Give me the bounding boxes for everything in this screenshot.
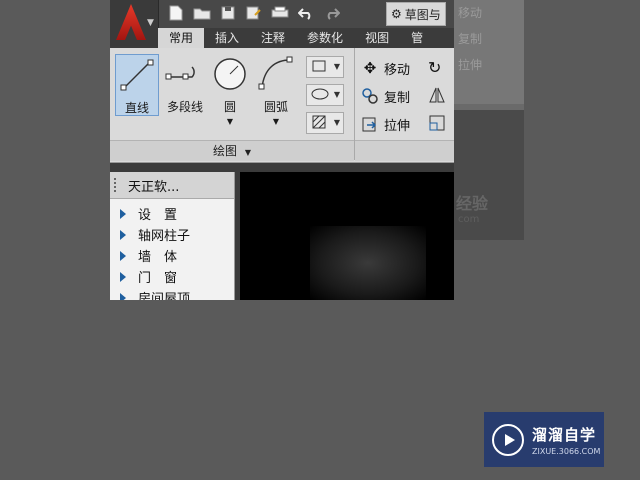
autocad-logo-icon — [116, 4, 146, 40]
chevron-down-icon: ▼ — [333, 118, 340, 127]
palette-item-axis[interactable]: 轴网柱子 — [110, 224, 234, 245]
tool-label: 拉伸 — [384, 118, 411, 134]
chevron-down-icon[interactable]: ▼ — [210, 117, 250, 126]
ghost-label: 复制 — [458, 32, 483, 46]
chevron-down-icon: ▼ — [333, 62, 340, 71]
palette-item-label: 设 置 — [138, 208, 178, 223]
stretch-tool-button[interactable]: 拉伸 — [360, 114, 410, 134]
tool-label: 圆弧 — [263, 100, 288, 114]
workspace-label: 草图与 — [404, 7, 441, 22]
tab-manage[interactable]: 管 — [400, 28, 434, 48]
palette-title: 天正软... — [128, 179, 180, 195]
palette-item-label: 轴网柱子 — [138, 229, 191, 244]
badge-name: 溜溜自学 — [532, 425, 597, 444]
arc-icon — [256, 54, 296, 94]
triangle-right-icon — [120, 208, 126, 219]
ellipse-tool-button[interactable]: ▼ — [306, 84, 344, 106]
scale-icon[interactable] — [428, 114, 446, 136]
polyline-icon — [165, 54, 205, 94]
grip-handle-icon[interactable] — [114, 178, 120, 192]
ghost-watermark-url: com — [458, 214, 480, 225]
chevron-down-icon[interactable]: ▼ — [256, 117, 296, 126]
tool-label: 移动 — [384, 62, 411, 78]
triangle-right-icon — [120, 271, 126, 282]
quick-access-toolbar — [166, 3, 342, 23]
gear-icon: ⚙ — [391, 7, 402, 21]
tangent-palette: 天正软... 设 置 轴网柱子 墙 体 门 窗 房间屋顶 — [110, 172, 235, 300]
copy-icon — [360, 86, 380, 106]
tool-label: 圆 — [223, 100, 236, 114]
ellipse-icon — [311, 87, 329, 104]
redo-icon[interactable] — [322, 3, 342, 23]
circle-icon — [210, 54, 250, 94]
rectangle-tool-button[interactable]: ▼ — [306, 56, 344, 78]
background-ghost-ribbon: 移动 复制 拉伸 经验 com — [454, 0, 524, 240]
palette-item-label: 墙 体 — [138, 250, 178, 265]
ribbon-panel: 直线 多段线 圆 ▼ 圆弧 ▼ ▼ ▼ ▼ ✥ 移动 复制 拉伸 ↻ 绘图 ▼ — [110, 48, 454, 163]
arc-tool-button[interactable]: 圆弧 ▼ — [256, 54, 296, 126]
save-icon[interactable] — [218, 3, 238, 23]
triangle-right-icon — [120, 292, 126, 300]
mirror-icon[interactable] — [428, 86, 446, 108]
line-icon — [117, 55, 157, 95]
tab-insert[interactable]: 插入 — [204, 28, 250, 48]
palette-item-room-roof[interactable]: 房间屋顶 — [110, 287, 234, 300]
triangle-right-icon — [120, 229, 126, 240]
canvas-glow — [310, 226, 426, 300]
tab-parametric[interactable]: 参数化 — [296, 28, 354, 48]
play-icon — [492, 423, 524, 456]
rotate-icon[interactable]: ↻ — [428, 58, 441, 77]
ghost-watermark: 经验 — [456, 194, 489, 213]
stretch-icon — [360, 114, 380, 134]
palette-item-door-window[interactable]: 门 窗 — [110, 266, 234, 287]
print-icon[interactable] — [270, 3, 290, 23]
tab-view[interactable]: 视图 — [354, 28, 400, 48]
hatch-icon — [311, 114, 327, 133]
palette-item-wall[interactable]: 墙 体 — [110, 245, 234, 266]
rectangle-icon — [311, 59, 327, 76]
triangle-right-icon — [120, 250, 126, 261]
move-tool-button[interactable]: ✥ 移动 — [360, 58, 410, 78]
tool-label: 直线 — [124, 101, 149, 115]
ghost-label: 移动 — [458, 6, 483, 20]
move-icon: ✥ — [363, 59, 377, 77]
tool-label: 多段线 — [166, 100, 203, 114]
watermark-badge: 溜溜自学 ZIXUE.3066.COM — [484, 412, 604, 467]
modify-panel-title[interactable] — [355, 140, 454, 161]
palette-item-label: 房间屋顶 — [138, 292, 191, 300]
drawing-canvas[interactable] — [240, 172, 454, 300]
line-tool-button[interactable]: 直线 — [115, 54, 159, 116]
chevron-down-icon: ▼ — [147, 18, 154, 28]
badge-url: ZIXUE.3066.COM — [532, 446, 601, 456]
palette-item-settings[interactable]: 设 置 — [110, 203, 234, 224]
tab-home[interactable]: 常用 — [158, 28, 205, 48]
application-menu-button[interactable]: ▼ — [110, 0, 159, 46]
new-file-icon[interactable] — [166, 3, 186, 23]
circle-tool-button[interactable]: 圆 ▼ — [210, 54, 250, 126]
polyline-tool-button[interactable]: 多段线 — [162, 54, 208, 115]
autocad-window: ▼ ⚙ 草图与 常用 插入 注释 参数化 视图 管 直线 多段线 圆 ▼ 圆弧 … — [110, 0, 454, 300]
ribbon-tabs: 常用 插入 注释 参数化 视图 管 — [158, 28, 434, 48]
ghost-label: 拉伸 — [458, 58, 483, 72]
copy-tool-button[interactable]: 复制 — [360, 86, 410, 106]
panel-title-label: 绘图 — [213, 144, 238, 158]
palette-header[interactable]: 天正软... — [110, 172, 234, 199]
save-as-icon[interactable] — [244, 3, 264, 23]
chevron-down-icon: ▼ — [244, 148, 251, 157]
tool-label: 复制 — [384, 90, 411, 106]
open-folder-icon[interactable] — [192, 3, 212, 23]
palette-item-label: 门 窗 — [138, 271, 178, 286]
tab-annotate[interactable]: 注释 — [250, 28, 296, 48]
workspace-switcher[interactable]: ⚙ 草图与 — [386, 2, 446, 26]
chevron-down-icon: ▼ — [333, 90, 340, 99]
draw-panel-title[interactable]: 绘图 ▼ — [110, 140, 354, 161]
undo-icon[interactable] — [296, 3, 316, 23]
hatch-tool-button[interactable]: ▼ — [306, 112, 344, 134]
